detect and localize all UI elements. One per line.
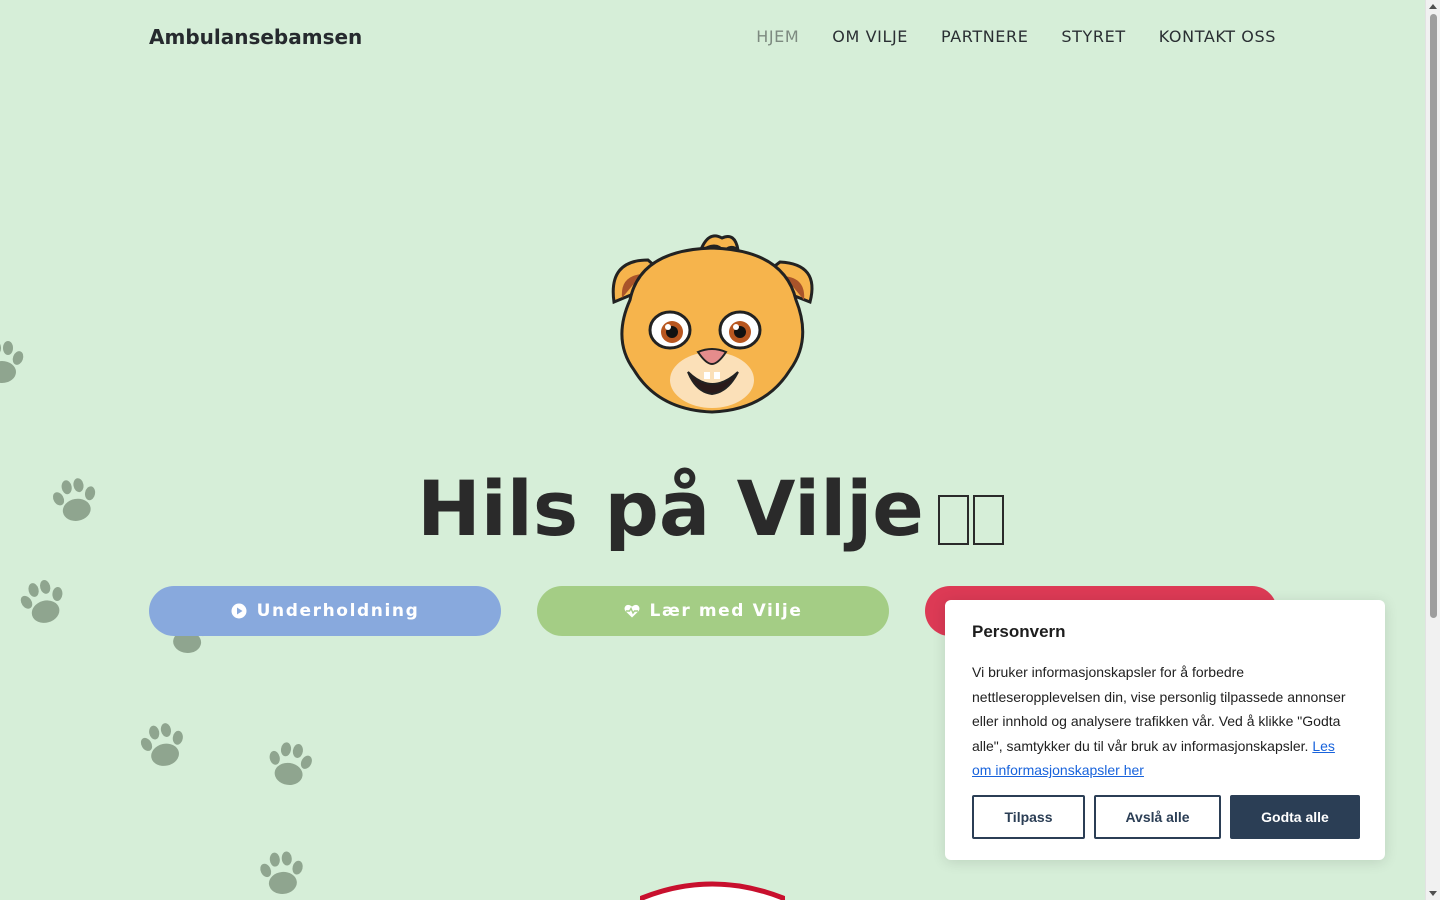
underholdning-button[interactable]: Underholdning <box>149 586 501 636</box>
play-circle-icon <box>231 603 247 619</box>
scroll-up-icon[interactable] <box>1429 4 1437 9</box>
heart-pulse-icon <box>624 603 640 619</box>
paw-print-icon <box>132 714 194 776</box>
emoji-placeholder-icon <box>937 470 1008 559</box>
badge-shield-icon <box>640 881 785 900</box>
paw-print-icon <box>254 845 310 900</box>
cookie-consent-dialog: Personvern Vi bruker informasjonskapsler… <box>945 600 1385 860</box>
customize-button[interactable]: Tilpass <box>972 795 1085 839</box>
main-nav: HJEM OM VILJE PARTNERE STYRET KONTAKT OS… <box>756 27 1276 46</box>
scrollbar-thumb[interactable] <box>1430 14 1437 618</box>
reject-all-button[interactable]: Avslå alle <box>1094 795 1221 839</box>
nav-item-kontakt-oss[interactable]: KONTAKT OSS <box>1159 27 1276 46</box>
brand-logo-text[interactable]: Ambulansebamsen <box>149 25 362 49</box>
vilje-mascot-image <box>600 230 825 415</box>
cookie-title: Personvern <box>972 622 1066 641</box>
nav-item-hjem[interactable]: HJEM <box>756 27 799 46</box>
paw-print-icon <box>11 570 75 634</box>
underholdning-label: Underholdning <box>256 601 420 621</box>
site-header: Ambulansebamsen HJEM OM VILJE PARTNERE S… <box>0 0 1425 74</box>
page-scrollbar[interactable] <box>1425 0 1440 900</box>
paw-print-icon <box>0 336 28 388</box>
accept-all-button[interactable]: Godta alle <box>1230 795 1360 839</box>
cookie-body-text: Vi bruker informasjonskapsler for å forb… <box>972 664 1346 754</box>
laer-med-vilje-button[interactable]: Lær med Vilje <box>537 586 889 636</box>
cookie-buttons: Tilpass Avslå alle Godta alle <box>972 795 1360 839</box>
scroll-down-icon[interactable] <box>1429 891 1437 896</box>
hero-title-text: Hils på Vilje <box>417 464 924 553</box>
laer-med-vilje-label: Lær med Vilje <box>649 601 803 621</box>
nav-item-partnere[interactable]: PARTNERE <box>941 27 1028 46</box>
cookie-text: Vi bruker informasjonskapsler for å forb… <box>972 660 1358 783</box>
hero-title: Hils på Vilje <box>0 464 1425 559</box>
paw-print-icon <box>261 735 320 794</box>
nav-item-styret[interactable]: STYRET <box>1061 27 1125 46</box>
nav-item-om-vilje[interactable]: OM VILJE <box>832 27 908 46</box>
